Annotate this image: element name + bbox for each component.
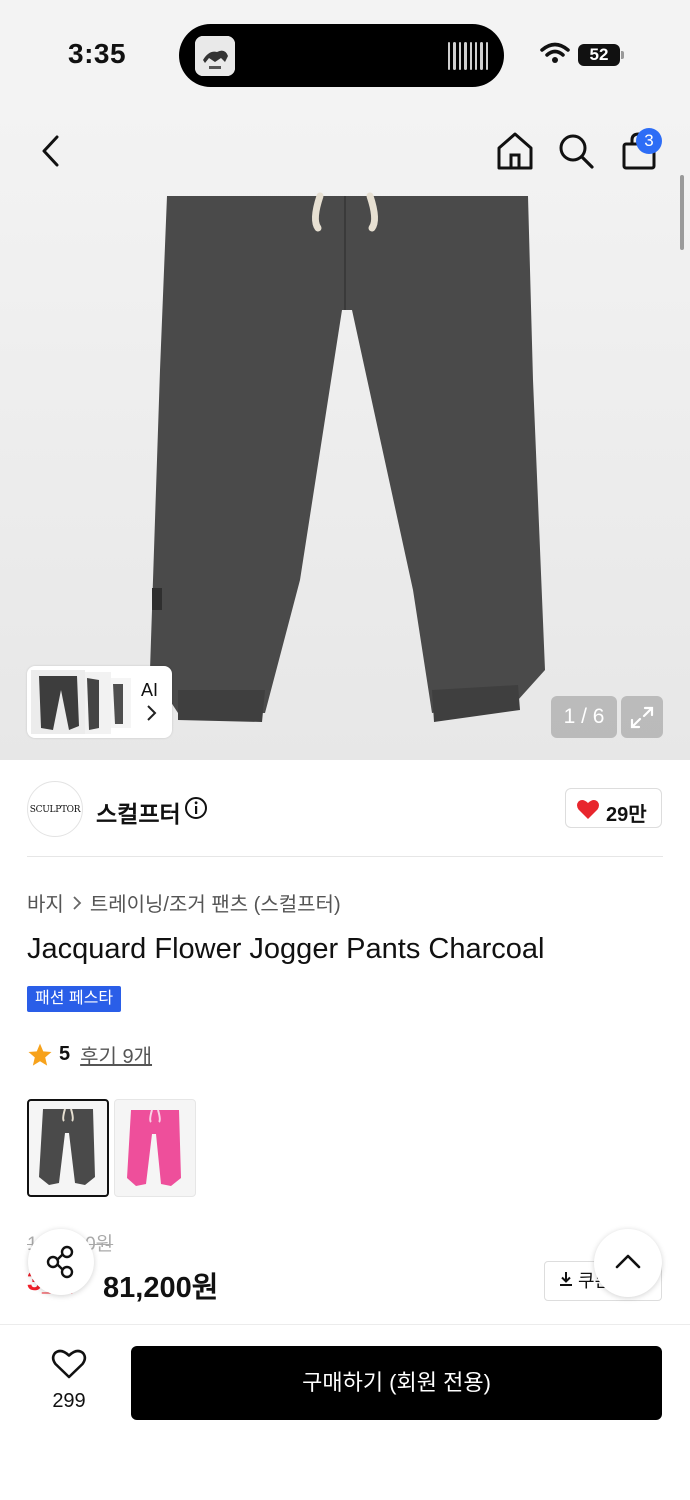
brand-logo[interactable]: SCULPTOR bbox=[27, 781, 83, 837]
charcoal-pants-thumbnail bbox=[39, 1108, 95, 1185]
star-icon bbox=[28, 1043, 52, 1066]
scroll-to-top-button[interactable] bbox=[594, 1229, 662, 1297]
promo-tag: 패션 페스타 bbox=[27, 986, 122, 1012]
breadcrumb-item-category[interactable]: 트레이닝/조거 팬츠 (스컬프터) bbox=[90, 888, 341, 917]
expand-icon bbox=[630, 706, 654, 729]
product-title: Jacquard Flower Jogger Pants Charcoal bbox=[27, 933, 545, 965]
product-image bbox=[150, 192, 545, 722]
brand-like-count: 29만 bbox=[606, 804, 647, 826]
ai-similar-items-chip[interactable]: AI bbox=[27, 666, 172, 738]
ai-label: AI bbox=[141, 680, 159, 700]
now-playing-app-icon bbox=[195, 36, 235, 76]
back-button[interactable] bbox=[30, 128, 70, 174]
buy-button[interactable]: 구매하기 (회원 전용) bbox=[131, 1346, 662, 1420]
chevron-right-icon bbox=[73, 895, 82, 910]
home-button[interactable] bbox=[494, 128, 536, 174]
chevron-right-icon bbox=[147, 705, 157, 721]
heart-outline-icon bbox=[51, 1349, 87, 1379]
download-icon bbox=[560, 1272, 572, 1286]
reviews-link[interactable]: 후기 9개 bbox=[80, 1040, 152, 1069]
home-icon bbox=[497, 132, 533, 170]
final-price: 81,200원 bbox=[103, 1272, 219, 1304]
info-icon[interactable] bbox=[184, 796, 208, 820]
heart-filled-icon bbox=[577, 800, 599, 819]
divider bbox=[27, 856, 663, 857]
brand-name[interactable]: 스컬프터 bbox=[96, 795, 181, 829]
rating-score: 5 bbox=[59, 1043, 71, 1065]
image-counter: 1 / 6 bbox=[551, 696, 617, 738]
brand-like-button[interactable]: 29만 bbox=[565, 788, 662, 828]
scrollbar[interactable] bbox=[680, 175, 684, 250]
cart-count-badge: 3 bbox=[636, 128, 662, 154]
product-image-gallery[interactable] bbox=[0, 110, 690, 760]
wifi-icon bbox=[540, 42, 570, 63]
color-swatch-pink[interactable] bbox=[114, 1099, 196, 1197]
search-button[interactable] bbox=[554, 128, 598, 174]
pink-pants-thumbnail bbox=[127, 1109, 181, 1186]
share-button[interactable] bbox=[28, 1229, 94, 1295]
battery-nub bbox=[621, 51, 624, 59]
chevron-up-icon bbox=[615, 1254, 641, 1269]
status-bar: 3:35 52 bbox=[0, 0, 690, 110]
breadcrumb-item-pants[interactable]: 바지 bbox=[27, 888, 64, 917]
similar-items-thumbnails bbox=[31, 670, 131, 734]
color-swatch-charcoal[interactable] bbox=[27, 1099, 109, 1197]
waveform-icon bbox=[448, 40, 488, 72]
chevron-left-icon bbox=[42, 135, 59, 167]
battery-indicator: 52 bbox=[578, 44, 620, 66]
rating-row: 5 후기 9개 bbox=[27, 1040, 152, 1069]
search-icon bbox=[559, 134, 594, 169]
status-time: 3:35 bbox=[68, 38, 127, 69]
expand-image-button[interactable] bbox=[621, 696, 663, 738]
breadcrumb: 바지 트레이닝/조거 팬츠 (스컬프터) bbox=[27, 888, 341, 917]
dynamic-island bbox=[179, 24, 504, 87]
share-icon bbox=[46, 1245, 74, 1279]
wishlist-button[interactable] bbox=[44, 1348, 94, 1385]
wishlist-count: 299 bbox=[52, 1390, 86, 1412]
